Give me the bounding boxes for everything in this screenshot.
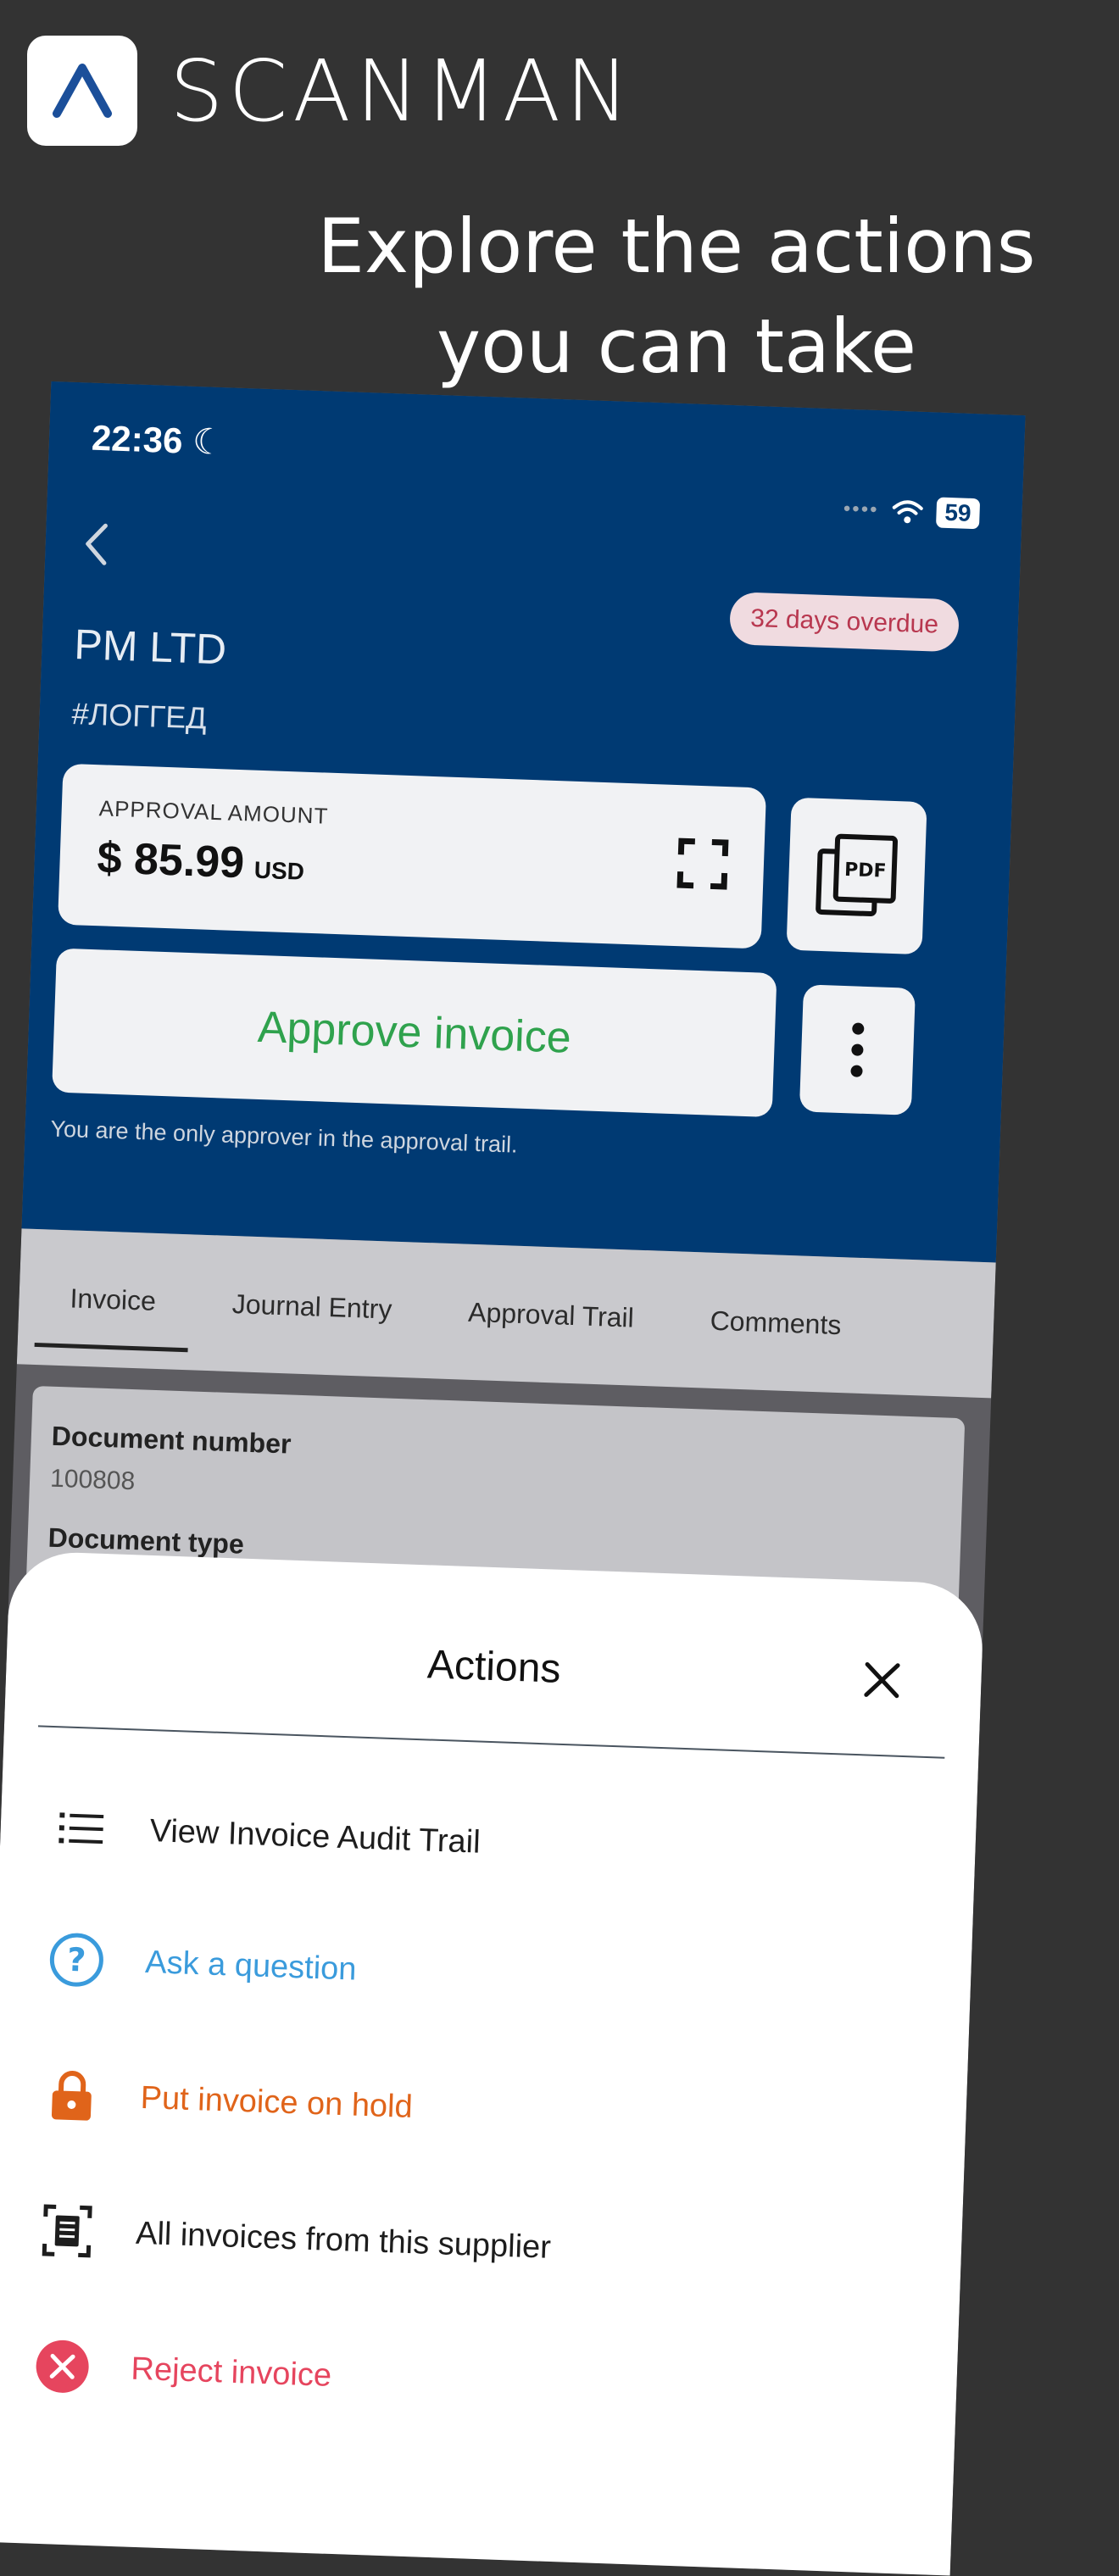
action-label: All invoices from this supplier — [135, 2215, 552, 2266]
expand-icon — [676, 837, 729, 890]
action-label: Ask a question — [144, 1944, 358, 1988]
action-label: Reject invoice — [130, 2351, 332, 2394]
field-value: 100808 — [49, 1464, 136, 1496]
action-label: View Invoice Audit Trail — [149, 1812, 482, 1861]
tab-comments[interactable]: Comments — [710, 1305, 842, 1340]
action-put-on-hold[interactable]: Put invoice on hold — [42, 2065, 414, 2137]
wifi-icon — [892, 500, 923, 524]
phone-screen: 22:36 ☾ •••• 59 32 days overdue PM LTD #… — [0, 381, 1026, 2576]
headline-line-1: Explore the actions — [317, 203, 1036, 290]
action-view-audit-trail[interactable]: View Invoice Audit Trail — [51, 1798, 482, 1872]
brand: SCANMAN — [27, 36, 634, 146]
status-time: 22:36 ☾ — [91, 417, 225, 463]
moon-icon: ☾ — [192, 420, 225, 463]
scanman-logo — [27, 36, 137, 146]
list-icon — [51, 1798, 112, 1859]
signal-icon: •••• — [843, 497, 879, 522]
headline: Explore the actions you can take — [295, 197, 1058, 397]
expand-button[interactable] — [675, 836, 731, 896]
currency-text: USD — [253, 856, 305, 885]
lock-icon — [42, 2065, 103, 2126]
approval-amount-card: APPROVAL AMOUNT $ 85.99 USD — [57, 763, 767, 949]
field-label: Document number — [51, 1420, 292, 1460]
scan-document-icon — [36, 2200, 97, 2262]
supplier-name: PM LTD — [73, 620, 228, 674]
svg-text:?: ? — [67, 1941, 87, 1979]
sheet-title: Actions — [426, 1642, 562, 1692]
action-ask-question[interactable]: ? Ask a question — [46, 1929, 357, 2000]
invoice-header: 22:36 ☾ •••• 59 32 days overdue PM LTD #… — [21, 381, 1026, 1263]
tab-invoice[interactable]: Invoice — [70, 1282, 157, 1317]
amount-text: $ 85.99 — [96, 833, 246, 888]
status-indicators: •••• 59 — [843, 494, 981, 530]
svg-text:PDF: PDF — [844, 860, 887, 882]
close-icon — [864, 1661, 900, 1699]
approval-amount-value: $ 85.99 USD — [97, 832, 306, 891]
actions-sheet: Actions View Invoice Audit Trail ? Ask a… — [0, 1550, 985, 2576]
back-button[interactable] — [78, 518, 114, 581]
close-button[interactable] — [863, 1661, 902, 1704]
logo-icon — [53, 64, 112, 118]
battery-indicator: 59 — [935, 497, 981, 530]
pdf-icon: PDF — [816, 833, 899, 917]
tab-approval-trail[interactable]: Approval Trail — [468, 1296, 635, 1333]
question-circle-icon: ? — [46, 1929, 107, 1990]
approver-note: You are the only approver in the approva… — [50, 1116, 519, 1158]
approval-amount-label: APPROVAL AMOUNT — [98, 795, 329, 829]
action-label: Put invoice on hold — [140, 2079, 414, 2125]
action-reject-invoice[interactable]: Reject invoice — [31, 2336, 332, 2406]
tab-journal-entry[interactable]: Journal Entry — [231, 1288, 392, 1326]
time-text: 22:36 — [91, 417, 184, 461]
headline-line-2: you can take — [436, 303, 917, 390]
action-supplier-invoices[interactable]: All invoices from this supplier — [36, 2200, 552, 2278]
brand-name: SCANMAN — [170, 41, 635, 141]
close-circle-icon — [31, 2336, 92, 2397]
more-options-button[interactable] — [799, 984, 916, 1116]
document-reference: #ЛОГГЕД — [70, 696, 208, 736]
approve-invoice-button[interactable]: Approve invoice — [52, 948, 777, 1118]
pdf-button[interactable]: PDF — [786, 797, 927, 955]
chevron-left-icon — [86, 523, 108, 565]
sheet-divider — [37, 1725, 945, 1759]
more-vertical-icon — [850, 1022, 865, 1077]
overdue-badge: 32 days overdue — [729, 592, 960, 653]
